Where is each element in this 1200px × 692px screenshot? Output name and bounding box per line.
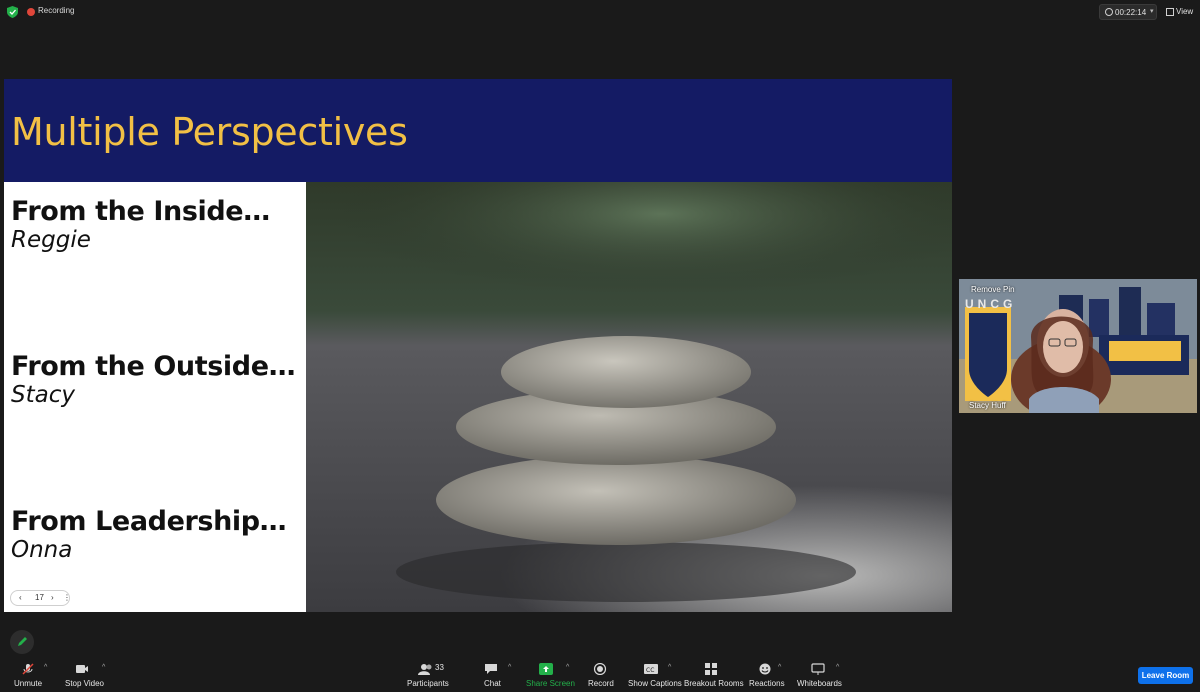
chevron-up-icon[interactable]: ^ <box>44 664 47 671</box>
chevron-up-icon[interactable]: ^ <box>102 664 105 671</box>
view-label: View <box>1176 7 1194 16</box>
participants-count: 33 <box>435 663 444 672</box>
stop-video-button[interactable]: Stop Video ^ <box>62 660 114 692</box>
chevron-up-icon[interactable]: ^ <box>778 664 781 671</box>
participants-button[interactable]: 33 Participants <box>404 660 450 692</box>
chevron-up-icon[interactable]: ^ <box>836 664 839 671</box>
reactions-smiley-icon <box>759 663 771 675</box>
share-screen-button[interactable]: Share Screen ^ <box>524 660 576 692</box>
perspective-heading: From Leadership… <box>11 506 287 537</box>
whiteboards-label: Whiteboards <box>797 679 842 688</box>
reactions-label: Reactions <box>749 679 785 688</box>
security-shield-icon[interactable] <box>7 6 18 18</box>
participants-label: Participants <box>407 679 449 688</box>
chevron-up-icon[interactable]: ^ <box>668 664 671 671</box>
chevron-up-icon[interactable]: ^ <box>508 664 511 671</box>
breakout-rooms-label: Breakout Rooms <box>684 679 744 688</box>
share-screen-icon <box>539 663 553 675</box>
perspective-heading: From the Inside… <box>11 196 270 227</box>
perspective-leadership: From Leadership… Onna <box>11 506 287 563</box>
unmute-label: Unmute <box>14 679 43 688</box>
chevron-up-icon[interactable]: ^ <box>566 664 569 671</box>
chevron-down-icon: ▾ <box>1150 8 1154 15</box>
record-button[interactable]: Record <box>584 660 616 692</box>
leave-room-button[interactable]: Leave Room <box>1138 667 1193 684</box>
chat-icon <box>485 664 497 674</box>
remove-pin-label[interactable]: Remove Pin <box>971 285 1015 294</box>
participants-icon <box>418 664 432 675</box>
view-button[interactable]: View <box>1162 4 1196 20</box>
shared-slide: Multiple Perspectives From the Inside… R… <box>4 79 952 612</box>
unmute-button[interactable]: Unmute ^ <box>8 660 48 692</box>
perspective-name: Stacy <box>11 382 75 408</box>
tile-background-text: UNCG <box>965 297 1017 311</box>
pencil-icon <box>18 637 27 646</box>
whiteboards-button[interactable]: Whiteboards ^ <box>796 660 848 692</box>
whiteboard-icon <box>811 663 825 675</box>
record-label: Record <box>588 679 614 688</box>
slide-pager[interactable]: ‹ 17 › ⋮ <box>10 590 71 606</box>
stop-video-label: Stop Video <box>65 679 104 688</box>
chat-label: Chat <box>484 679 501 688</box>
svg-text:CC: CC <box>646 667 654 674</box>
perspective-outside: From the Outside… Stacy <box>11 351 296 408</box>
view-grid-icon <box>1166 8 1174 16</box>
more-vertical-icon[interactable]: ⋮ <box>63 593 71 602</box>
annotate-button[interactable] <box>10 630 34 654</box>
breakout-rooms-button[interactable]: Breakout Rooms <box>682 660 744 692</box>
video-camera-icon <box>76 665 88 673</box>
meeting-top-bar: Recording 00:22:14 ▾ View <box>0 0 1200 24</box>
chat-button[interactable]: Chat ^ <box>478 660 518 692</box>
breakout-rooms-icon <box>705 663 717 675</box>
share-screen-label: Share Screen <box>526 679 575 688</box>
recording-icon <box>27 8 35 16</box>
microphone-muted-icon <box>22 663 34 675</box>
participant-name: Stacy Huff <box>969 401 1006 410</box>
perspective-name: Reggie <box>11 227 91 253</box>
timer-value: 00:22:14 <box>1115 8 1147 17</box>
page-number: 17 <box>35 593 44 602</box>
recording-label: Recording <box>38 6 75 15</box>
record-icon <box>593 663 607 675</box>
meeting-toolbar: Unmute ^ Stop Video ^ 33 Participants Ch… <box>0 660 1200 692</box>
participant-video-tile[interactable]: Remove Pin UNCG Stacy Huff <box>959 279 1197 413</box>
show-captions-button[interactable]: CC Show Captions ^ <box>626 660 682 692</box>
chevron-right-icon[interactable]: › <box>51 593 54 602</box>
chevron-left-icon[interactable]: ‹ <box>19 593 22 602</box>
reactions-button[interactable]: Reactions ^ <box>748 660 788 692</box>
perspective-name: Onna <box>11 537 73 563</box>
perspective-inside: From the Inside… Reggie <box>11 196 270 253</box>
stacked-stones-photo <box>306 182 952 612</box>
clock-icon <box>1105 8 1113 16</box>
slide-header: Multiple Perspectives <box>4 79 952 182</box>
show-captions-label: Show Captions <box>628 679 682 688</box>
slide-title: Multiple Perspectives <box>11 110 408 154</box>
meeting-timer[interactable]: 00:22:14 ▾ <box>1099 4 1157 20</box>
perspective-heading: From the Outside… <box>11 351 296 382</box>
captions-icon: CC <box>644 664 658 674</box>
